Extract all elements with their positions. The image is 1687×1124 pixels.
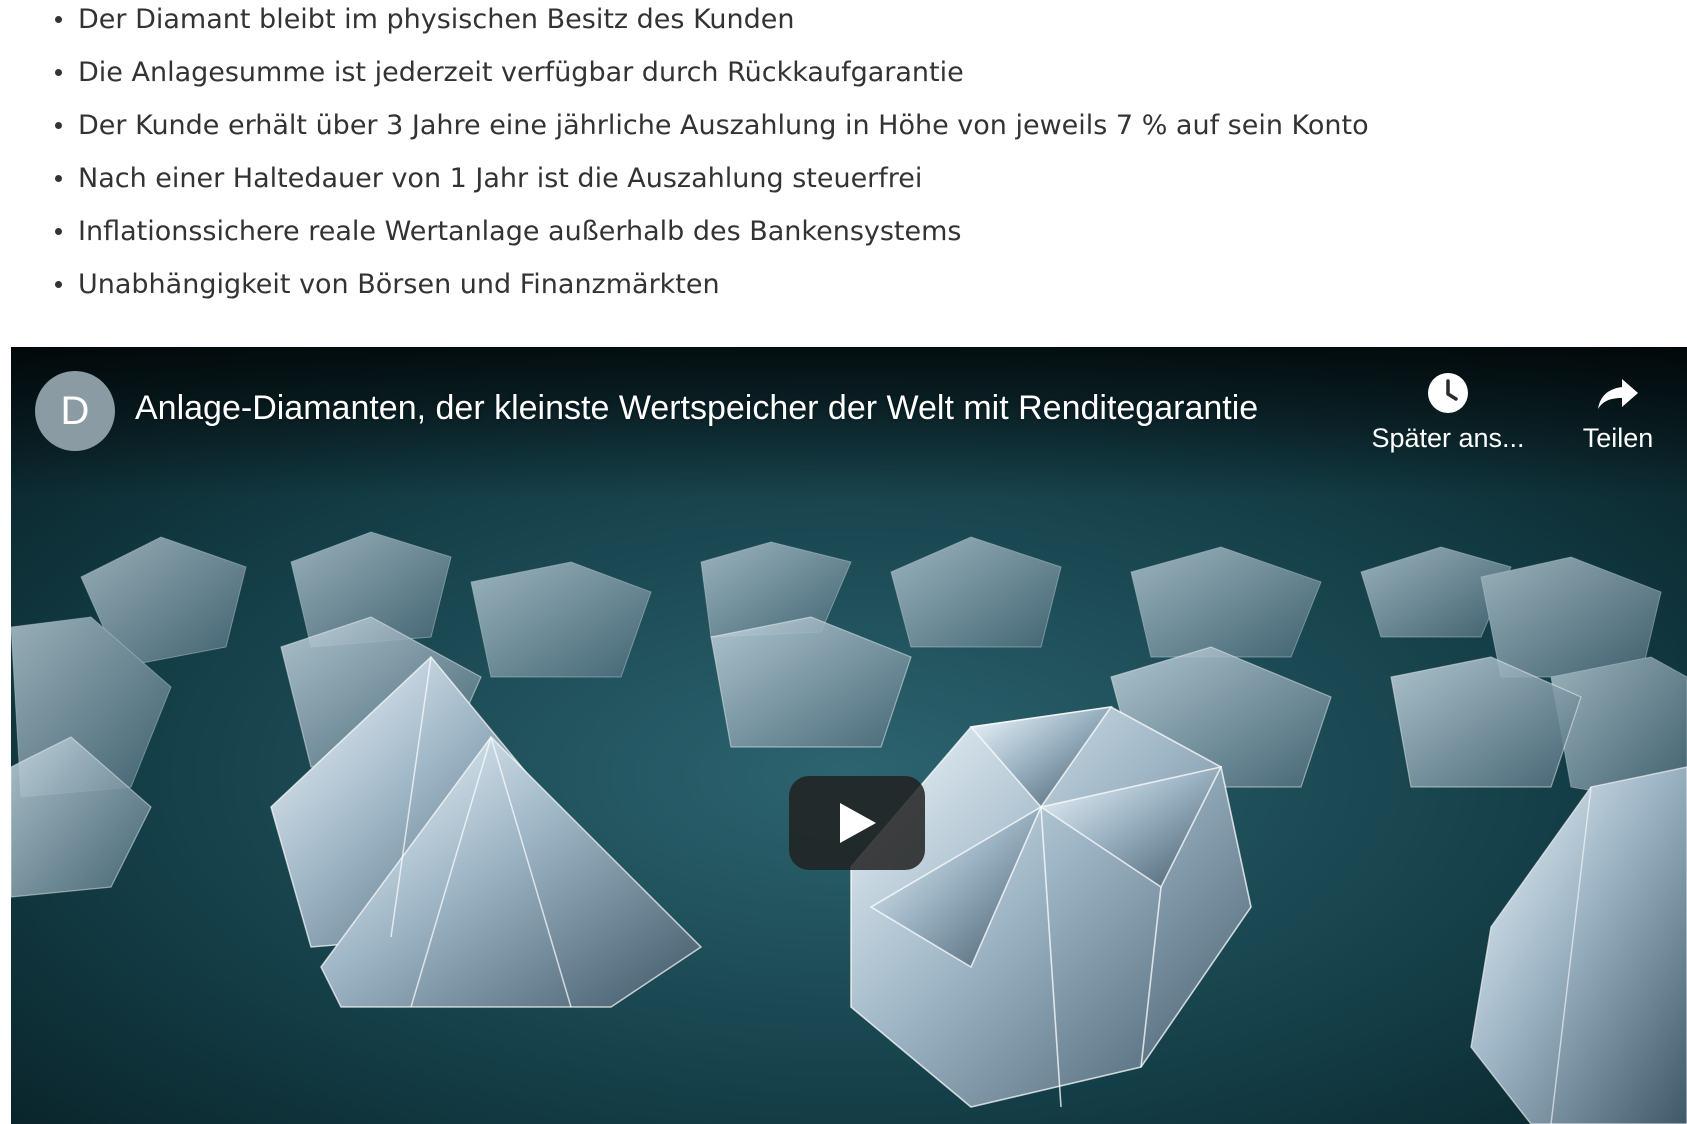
list-item: Die Anlagesumme ist jederzeit verfügbar …: [0, 53, 1687, 106]
video-title[interactable]: Anlage-Diamanten, der kleinste Wertspeic…: [135, 389, 1258, 428]
list-item: Nach einer Haltedauer von 1 Jahr ist die…: [0, 159, 1687, 212]
watch-later-button[interactable]: Später ans...: [1358, 371, 1538, 454]
bullet: [55, 228, 62, 235]
benefit-text: Der Diamant bleibt im physischen Besitz …: [78, 4, 795, 35]
list-item: Unabhängigkeit von Börsen und Finanzmärk…: [0, 265, 1687, 318]
watch-later-label: Später ans...: [1371, 423, 1525, 453]
list-item: Inflationssichere reale Wertanlage außer…: [0, 212, 1687, 265]
bullet: [55, 175, 62, 182]
list-item: Der Diamant bleibt im physischen Besitz …: [0, 0, 1687, 53]
clock-icon: [1428, 373, 1468, 413]
benefits-list: Der Diamant bleibt im physischen Besitz …: [0, 0, 1687, 318]
benefit-text: Die Anlagesumme ist jederzeit verfügbar …: [78, 57, 964, 88]
bullet: [55, 16, 62, 23]
list-item: Der Kunde erhält über 3 Jahre eine jährl…: [0, 106, 1687, 159]
bullet: [55, 122, 62, 129]
benefit-text: Der Kunde erhält über 3 Jahre eine jährl…: [78, 110, 1369, 141]
page: Der Diamant bleibt im physischen Besitz …: [0, 0, 1687, 1124]
benefit-text: Inflationssichere reale Wertanlage außer…: [78, 216, 962, 247]
play-button[interactable]: [789, 776, 925, 870]
bullet: [55, 69, 62, 76]
share-arrow-icon: [1598, 379, 1638, 409]
share-button[interactable]: Teilen: [1558, 371, 1678, 454]
play-icon: [840, 803, 876, 843]
channel-avatar[interactable]: D: [35, 371, 115, 451]
benefit-text: Unabhängigkeit von Börsen und Finanzmärk…: [78, 269, 720, 300]
share-label: Teilen: [1582, 423, 1654, 453]
bullet: [55, 281, 62, 288]
benefit-text: Nach einer Haltedauer von 1 Jahr ist die…: [78, 163, 923, 194]
video-player[interactable]: D Anlage-Diamanten, der kleinste Wertspe…: [11, 347, 1687, 1124]
